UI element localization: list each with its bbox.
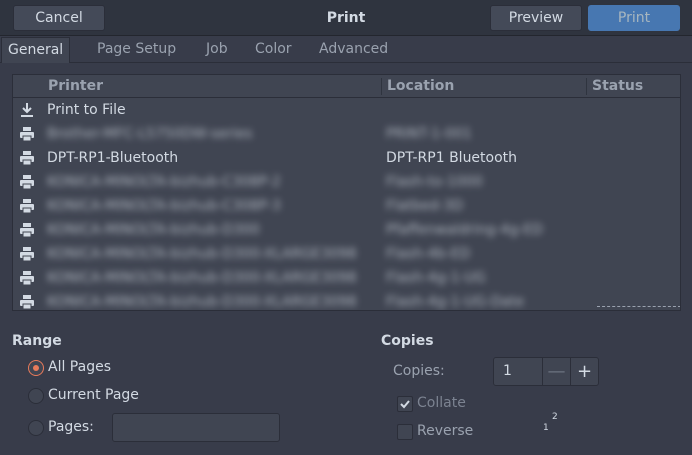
- printer-row[interactable]: KONICA-MINOLTA-bizhub-C308P-2 Flash-to-1…: [13, 170, 680, 194]
- decrement-button[interactable]: —: [542, 358, 570, 385]
- tab-job[interactable]: Job: [206, 37, 228, 63]
- collate-checkbox[interactable]: [397, 396, 413, 412]
- printer-location: Flash-to-1000: [386, 174, 483, 190]
- copies-spinbutton[interactable]: 1 — +: [493, 357, 599, 386]
- check-icon: [400, 400, 410, 409]
- tab-page-setup[interactable]: Page Setup: [97, 37, 176, 63]
- printer-icon: [19, 294, 35, 310]
- column-separator: [381, 78, 382, 95]
- scroll-indicator: [597, 306, 680, 307]
- tab-color[interactable]: Color: [255, 37, 292, 63]
- printer-name: Print to File: [47, 102, 126, 118]
- reverse-checkbox[interactable]: [397, 424, 413, 440]
- printer-location: Flash-4b-ED: [386, 246, 471, 262]
- download-icon: [19, 102, 35, 118]
- printer-row[interactable]: KONICA-MINOLTA-bizhub-D300-XLARGE3098 Fl…: [13, 290, 680, 310]
- printer-icon: [19, 150, 35, 166]
- printer-icon: [19, 126, 35, 142]
- printer-list[interactable]: Printer Location Status Print to File Br…: [12, 74, 681, 311]
- print-button[interactable]: Print: [588, 5, 680, 31]
- cancel-button[interactable]: Cancel: [13, 5, 105, 31]
- printer-name: KONICA-MINOLTA-bizhub-D300: [47, 222, 260, 238]
- printer-name: KONICA-MINOLTA-bizhub-D300-XLARGE3098: [47, 270, 357, 286]
- printer-icon: [19, 174, 35, 190]
- range-title: Range: [12, 333, 62, 349]
- printer-name: KONICA-MINOLTA-bizhub-D300-XLARGE3098: [47, 294, 357, 310]
- pages-input[interactable]: [112, 413, 280, 442]
- all-pages-radio[interactable]: [28, 360, 44, 376]
- tab-bar: General Page Setup Job Color Advanced: [0, 37, 692, 63]
- printer-name: DPT-RP1-Bluetooth: [47, 150, 179, 166]
- printer-name: KONICA-MINOLTA-bizhub-D300-XLARGE3098: [47, 246, 357, 262]
- printer-location: Flash-4g-1-UG: [386, 270, 486, 286]
- printer-name: Brother-MFC-L5750DW-series: [47, 126, 253, 142]
- column-printer[interactable]: Printer: [48, 75, 103, 98]
- reverse-label[interactable]: Reverse: [417, 423, 473, 439]
- column-separator: [586, 78, 587, 95]
- current-page-radio[interactable]: [28, 388, 44, 404]
- column-status[interactable]: Status: [592, 75, 643, 98]
- all-pages-label[interactable]: All Pages: [48, 359, 111, 375]
- printer-icon: [19, 198, 35, 214]
- printer-location: Flatbed-3D: [386, 198, 464, 214]
- preview-button[interactable]: Preview: [490, 5, 582, 31]
- printer-row[interactable]: DPT-RP1-Bluetooth DPT-RP1 Bluetooth: [13, 146, 680, 170]
- collate-preview-page: 2: [552, 412, 558, 422]
- printer-row[interactable]: KONICA-MINOLTA-bizhub-D300-XLARGE3098 Fl…: [13, 242, 680, 266]
- dialog-title: Print: [326, 10, 366, 26]
- printer-name: KONICA-MINOLTA-bizhub-C308P-3: [47, 198, 281, 214]
- tab-general[interactable]: General: [1, 37, 71, 63]
- printer-name: KONICA-MINOLTA-bizhub-C308P-2: [47, 174, 281, 190]
- printer-icon: [19, 246, 35, 262]
- copies-value[interactable]: 1: [503, 358, 512, 385]
- printer-row[interactable]: KONICA-MINOLTA-bizhub-C308P-3 Flatbed-3D: [13, 194, 680, 218]
- printer-list-header: Printer Location Status: [13, 75, 680, 98]
- increment-button[interactable]: +: [570, 358, 598, 385]
- printer-row[interactable]: Brother-MFC-L5750DW-series PRINT-1-001: [13, 122, 680, 146]
- printer-location: Flash-4g-1-UG-Date: [386, 294, 525, 310]
- printer-row[interactable]: KONICA-MINOLTA-bizhub-D300-XLARGE3098 Fl…: [13, 266, 680, 290]
- printer-location: DPT-RP1 Bluetooth: [386, 150, 518, 166]
- copies-title: Copies: [381, 333, 434, 349]
- printer-location: Pfaffenwaldring-4g-ED: [386, 222, 543, 238]
- collate-label[interactable]: Collate: [417, 395, 466, 411]
- printer-icon: [19, 222, 35, 238]
- current-page-label[interactable]: Current Page: [48, 387, 139, 403]
- printer-location: PRINT-1-001: [386, 126, 472, 142]
- header-bar: Cancel Print Preview Print: [0, 0, 692, 36]
- printer-icon: [19, 270, 35, 286]
- tab-advanced[interactable]: Advanced: [319, 37, 388, 63]
- column-location[interactable]: Location: [387, 75, 454, 98]
- pages-radio[interactable]: [28, 420, 44, 436]
- printer-row[interactable]: KONICA-MINOLTA-bizhub-D300 Pfaffenwaldri…: [13, 218, 680, 242]
- collate-preview-page: 1: [543, 423, 549, 433]
- pages-label[interactable]: Pages:: [48, 419, 94, 435]
- copies-label: Copies:: [393, 363, 445, 379]
- printer-row[interactable]: Print to File: [13, 98, 680, 122]
